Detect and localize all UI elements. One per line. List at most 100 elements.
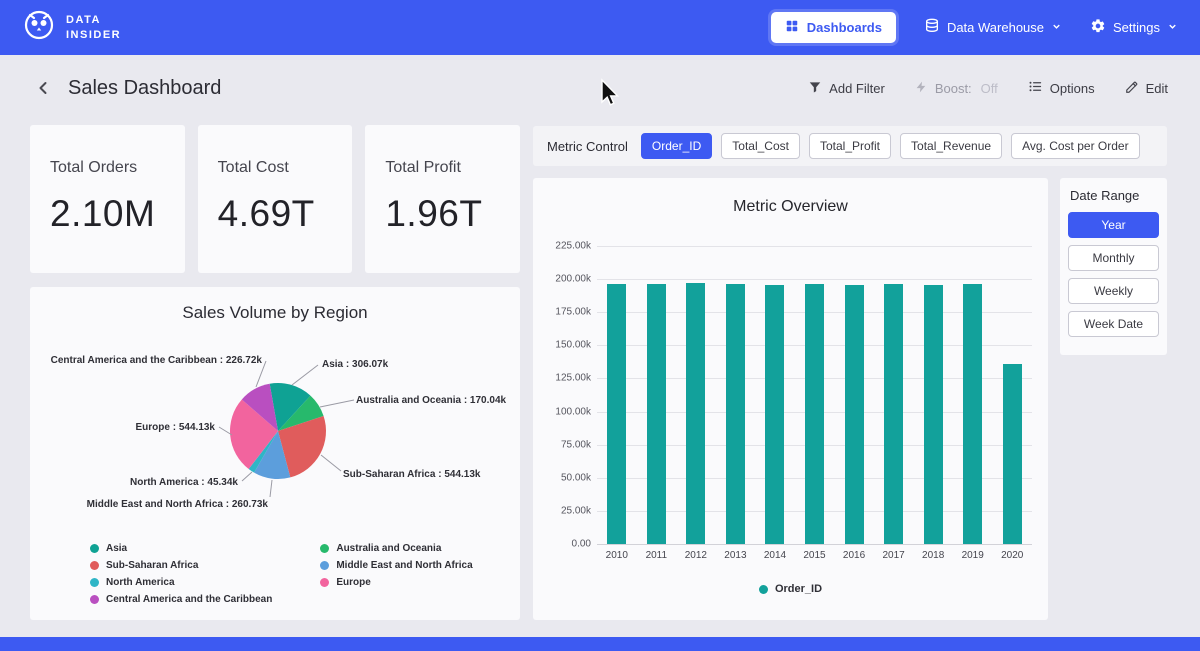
legend-label: North America (106, 577, 175, 588)
pie-label: North America : 45.34k (30, 477, 238, 488)
date-button-year[interactable]: Year (1068, 212, 1159, 238)
pie-label: Australia and Oceania : 170.04k (356, 395, 506, 406)
brand-text: DATA INSIDER (66, 13, 121, 43)
date-button-week-date[interactable]: Week Date (1068, 311, 1159, 337)
legend-column: Australia and Oceania Middle East and Nor… (320, 543, 472, 605)
gear-icon (1090, 18, 1106, 37)
x-axis-label: 2012 (676, 550, 716, 561)
metric-button-total-cost[interactable]: Total_Cost (721, 133, 800, 159)
legend-column: Asia Sub-Saharan Africa North America Centr… (90, 543, 272, 605)
metric-control-bar: Metric Control Order_IDTotal_CostTotal_P… (533, 126, 1167, 166)
dashboards-label: Dashboards (807, 20, 882, 35)
legend-dot (320, 561, 329, 570)
x-axis-label: 2015 (795, 550, 835, 561)
legend-item-central-america-and-the-caribbean: Central America and the Caribbean (90, 594, 272, 605)
legend-item-asia: Asia (90, 543, 272, 554)
database-icon (924, 18, 940, 37)
pie-label: Middle East and North Africa : 260.73k (30, 499, 268, 510)
legend-item-australia-and-oceania: Australia and Oceania (320, 543, 472, 554)
date-button-weekly[interactable]: Weekly (1068, 278, 1159, 304)
bar-2020 (1003, 364, 1022, 544)
legend-dot (90, 578, 99, 587)
pie-label: Asia : 306.07k (322, 359, 388, 370)
date-range-buttons: Year Monthly Weekly Week Date (1068, 212, 1159, 337)
page-title: Sales Dashboard (68, 77, 221, 100)
legend-label: Middle East and North Africa (336, 560, 472, 571)
brand: DATA INSIDER (22, 8, 121, 47)
legend-dot (90, 561, 99, 570)
legend-label: Sub-Saharan Africa (106, 560, 198, 571)
y-axis-tick: 75.00k (537, 439, 591, 450)
legend-item-north-america: North America (90, 577, 272, 588)
pie-card: Sales Volume by Region Central America a… (30, 287, 520, 620)
legend-label: Order_ID (775, 583, 822, 595)
options-button[interactable]: Options (1028, 79, 1095, 97)
legend-dot (90, 595, 99, 604)
kpi-card-total-profit: Total Profit1.96T (365, 125, 520, 273)
bar-2013 (726, 284, 745, 544)
x-axis-label: 2014 (755, 550, 795, 561)
x-axis-label: 2019 (953, 550, 993, 561)
settings-menu[interactable]: Settings (1090, 18, 1178, 37)
pie-chart-title: Sales Volume by Region (30, 303, 520, 323)
bar-column (834, 246, 874, 544)
bar-series (597, 246, 1032, 544)
bar-column (953, 246, 993, 544)
y-axis-tick: 100.00k (537, 406, 591, 417)
pie-label: Europe : 544.13k (30, 422, 215, 433)
metric-button-total-revenue[interactable]: Total_Revenue (900, 133, 1002, 159)
metric-button-total-profit[interactable]: Total_Profit (809, 133, 891, 159)
dashboards-grid-icon (785, 19, 799, 36)
chevron-down-icon (1051, 20, 1062, 35)
kpi-label: Total Profit (385, 159, 500, 177)
y-axis-tick: 50.00k (537, 472, 591, 483)
kpi-label: Total Cost (218, 159, 333, 177)
gridline (597, 544, 1032, 545)
boost-status: Off (981, 81, 998, 96)
pencil-icon (1125, 80, 1139, 97)
kpi-value: 2.10M (50, 193, 165, 235)
legend-dot (90, 544, 99, 553)
bar-column (755, 246, 795, 544)
options-list-icon (1028, 79, 1043, 97)
bar-column (913, 246, 953, 544)
kpi-row: Total Orders2.10MTotal Cost4.69TTotal Pr… (30, 125, 520, 273)
bar-column (716, 246, 756, 544)
kpi-label: Total Orders (50, 159, 165, 177)
x-axis-labels: 2010201120122013201420152016201720182019… (597, 550, 1032, 561)
y-axis-tick: 200.00k (537, 274, 591, 285)
bar-column (795, 246, 835, 544)
x-axis-label: 2013 (716, 550, 756, 561)
back-button[interactable] (32, 77, 54, 99)
bar-2014 (765, 285, 784, 544)
add-filter-button[interactable]: Add Filter (808, 80, 885, 97)
metric-control-buttons: Order_ID Total_Cost Total_Profit Total_Reve… (641, 133, 1140, 159)
top-navbar: DATA INSIDER Dashboards (0, 0, 1200, 55)
legend-dot (759, 585, 768, 594)
legend-item-middle-east-and-north-africa: Middle East and North Africa (320, 560, 472, 571)
legend-label: Europe (336, 577, 370, 588)
edit-button[interactable]: Edit (1125, 80, 1168, 97)
y-axis-tick: 0.00 (537, 539, 591, 550)
y-axis-tick: 150.00k (537, 340, 591, 351)
footer-bar (0, 637, 1200, 651)
bar-column (637, 246, 677, 544)
legend-label: Asia (106, 543, 127, 554)
bar-column (874, 246, 914, 544)
date-range-title: Date Range (1068, 188, 1159, 203)
bar-chart-title: Metric Overview (533, 198, 1048, 216)
boost-toggle[interactable]: Boost: Off (915, 80, 998, 97)
pie-leader-line (242, 472, 252, 481)
date-button-monthly[interactable]: Monthly (1068, 245, 1159, 271)
x-axis-label: 2010 (597, 550, 637, 561)
pie-label: Sub-Saharan Africa : 544.13k (343, 469, 480, 480)
metric-button-avg-cost-per-order[interactable]: Avg. Cost per Order (1011, 133, 1140, 159)
metric-button-order-id[interactable]: Order_ID (641, 133, 712, 159)
y-axis-tick: 225.00k (537, 241, 591, 252)
x-axis-label: 2017 (874, 550, 914, 561)
bar-chart-card: Metric Overview 225.00k200.00k175.00k150… (533, 178, 1048, 620)
data-warehouse-menu[interactable]: Data Warehouse (924, 18, 1062, 37)
bar-chart-plot: 225.00k200.00k175.00k150.00k125.00k100.0… (597, 246, 1032, 544)
y-axis-tick: 175.00k (537, 307, 591, 318)
dashboards-button[interactable]: Dashboards (771, 12, 896, 43)
